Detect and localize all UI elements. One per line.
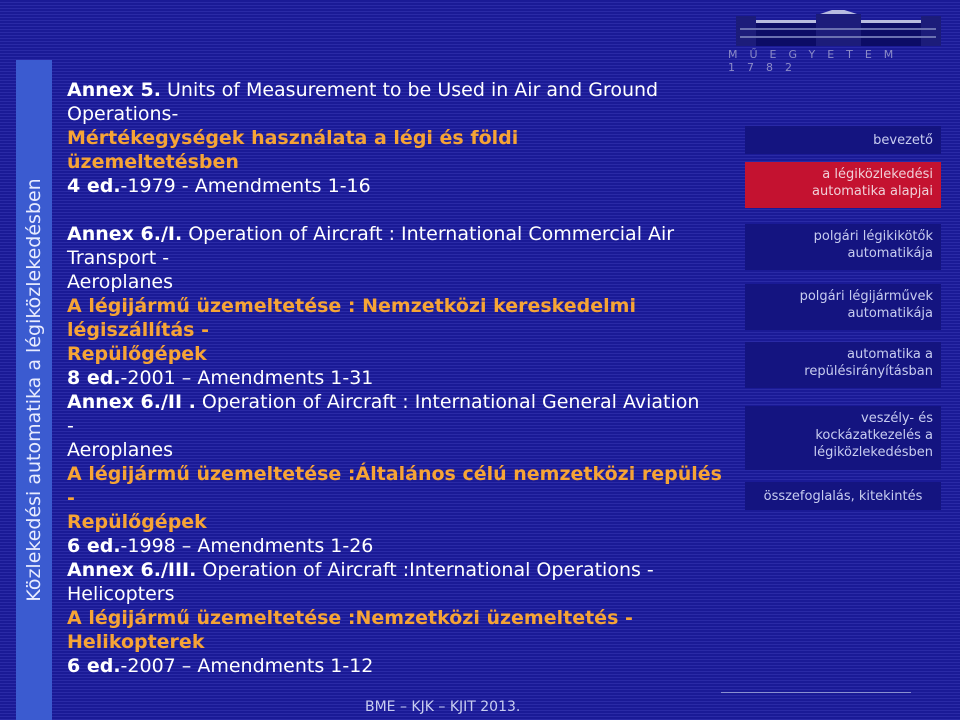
text-segment: Units of Measurement to be Used in Air a… [160,79,659,101]
university-logo: MŰEGYETEM 1782 [728,6,958,74]
annex-list: Annex 5. Units of Measurement to be Used… [67,78,757,678]
text-segment: -2001 – Amendments 1-31 [120,367,374,389]
text-segment: -2007 – Amendments 1-12 [120,655,374,677]
text-line: A légijármű üzemeltetése :Nemzetközi üze… [67,606,757,630]
text-segment: Helikopterek [67,631,205,653]
nav-item[interactable]: a légiközlekedési automatika alapjai [745,162,941,208]
text-segment: A légijármű üzemeltetése : Nemzetközi ke… [67,295,636,317]
text-segment: Mértékegységek használata a légi és föld… [67,127,519,149]
text-line: - [67,486,757,510]
text-segment: Aeroplanes [67,271,173,293]
footer-divider [721,692,911,693]
text-segment: Annex 5. [67,79,161,101]
nav-item[interactable]: bevezető [745,126,941,154]
text-segment: -1998 – Amendments 1-26 [120,535,374,557]
vertical-title-bar: Közlekedési automatika a légiközlekedésb… [16,60,52,720]
text-line: Operations- [67,102,757,126]
text-line: Aeroplanes [67,438,757,462]
text-segment: légiszállítás - [67,319,209,341]
text-segment: Operations- [67,103,179,125]
text-segment: Annex 6./III. [67,559,197,581]
text-segment: 4 ed. [67,175,121,197]
text-segment: Helicopters [67,583,175,605]
logo-caption: MŰEGYETEM 1782 [728,48,906,74]
text-line: Mértékegységek használata a légi és föld… [67,126,757,150]
text-line: 6 ed.-2007 – Amendments 1-12 [67,654,757,678]
footer-text: BME – KJK – KJIT 2013. [365,699,521,715]
text-segment: Operation of Aircraft :International Ope… [196,559,654,581]
text-segment: - [67,415,74,437]
nav-item[interactable]: összefoglalás, kitekintés [745,482,941,510]
nav-item[interactable]: veszély- és kockázatkezelés a légiközlek… [745,406,941,470]
text-line: légiszállítás - [67,318,757,342]
text-segment: A légijármű üzemeltetése :Nemzetközi üze… [67,607,633,629]
text-segment: Operation of Aircraft : International Co… [182,223,675,245]
text-line [67,198,757,222]
text-line: Annex 6./II . Operation of Aircraft : In… [67,390,757,414]
nav-item[interactable]: polgári légikikötők automatikája [745,224,941,270]
text-segment: A légijármű üzemeltetése :Általános célú… [67,463,722,485]
text-line: Helikopterek [67,630,757,654]
nav-item[interactable]: automatika a repülésirányításban [745,342,941,388]
text-line: Annex 6./III. Operation of Aircraft :Int… [67,558,757,582]
text-segment: - [67,487,75,509]
text-segment: üzemeltetésben [67,151,239,173]
text-segment: Operation of Aircraft : International Ge… [195,391,700,413]
text-segment: -1979 - Amendments 1-16 [120,175,371,197]
text-line: - [67,414,757,438]
vertical-title: Közlekedési automatika a légiközlekedésb… [23,178,45,602]
text-line: Annex 5. Units of Measurement to be Used… [67,78,757,102]
building-logo-icon [736,10,941,46]
text-line: A légijármű üzemeltetése :Általános célú… [67,462,757,486]
text-segment: Repülőgépek [67,511,207,533]
text-line: Helicopters [67,582,757,606]
text-segment: Annex 6./I. [67,223,183,245]
text-segment: 8 ed. [67,367,121,389]
text-line: 8 ed.-2001 – Amendments 1-31 [67,366,757,390]
text-line: Repülőgépek [67,342,757,366]
text-segment: Annex 6./II . [67,391,196,413]
text-line: 6 ed.-1998 – Amendments 1-26 [67,534,757,558]
nav-item[interactable]: polgári légijárművek automatikája [745,284,941,330]
text-line: üzemeltetésben [67,150,757,174]
text-segment: Repülőgépek [67,343,207,365]
text-line: 4 ed.-1979 - Amendments 1-16 [67,174,757,198]
text-line: Annex 6./I. Operation of Aircraft : Inte… [67,222,757,246]
text-segment: Transport - [67,247,170,269]
text-line: Repülőgépek [67,510,757,534]
text-line: Transport - [67,246,757,270]
text-segment: 6 ed. [67,655,121,677]
text-segment: Aeroplanes [67,439,173,461]
text-line: A légijármű üzemeltetése : Nemzetközi ke… [67,294,757,318]
text-line: Aeroplanes [67,270,757,294]
text-segment: 6 ed. [67,535,121,557]
